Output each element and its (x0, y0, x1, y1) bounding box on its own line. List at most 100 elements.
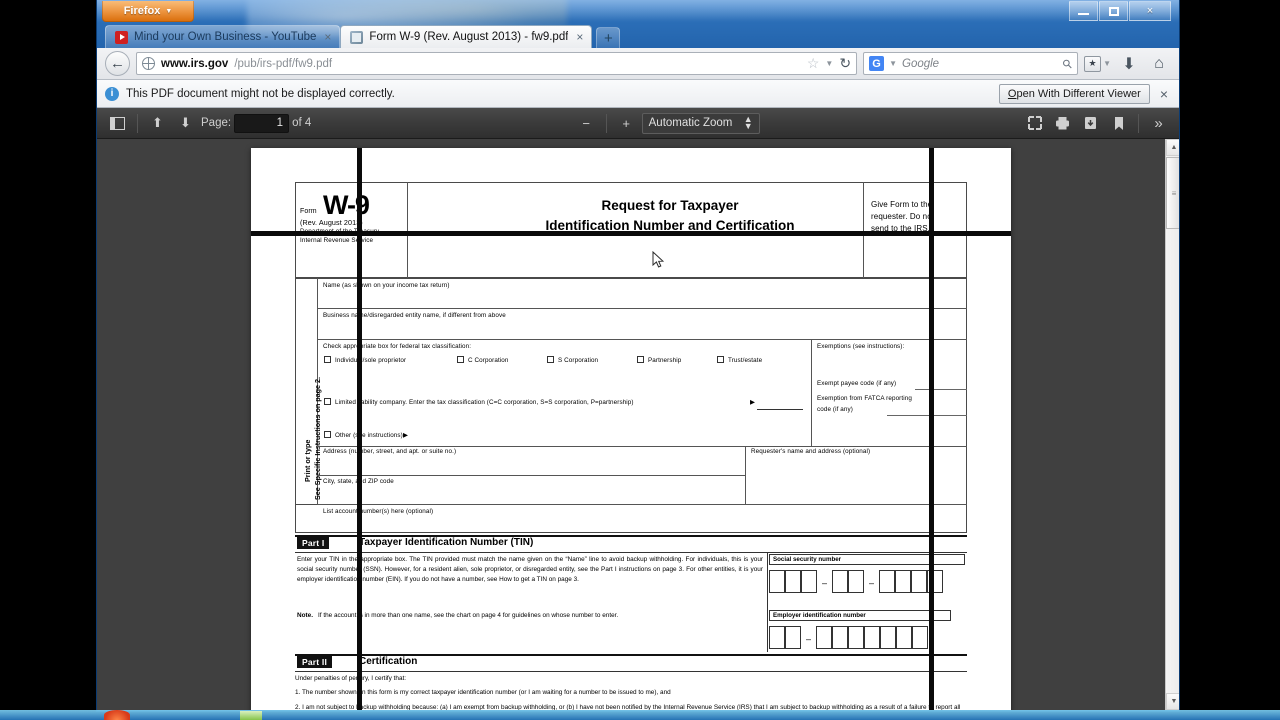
page-number-input[interactable]: 1 (234, 113, 290, 133)
ein-digit-box[interactable] (832, 626, 848, 649)
tab-youtube[interactable]: Mind your Own Business - YouTube × (105, 25, 341, 48)
new-tab-button[interactable]: + (596, 27, 621, 48)
checkbox-c-corporation[interactable] (457, 356, 464, 363)
address-bar[interactable]: www.irs.gov /pub/irs-pdf/fw9.pdf ☆ ▼ ↻ (136, 52, 858, 75)
chevron-down-icon: ▼ (1103, 59, 1111, 68)
zoom-out-button[interactable]: − (574, 112, 599, 135)
sidebar-toggle-icon (110, 116, 125, 130)
checkbox-limited-liability-company[interactable] (324, 398, 331, 405)
zoom-select[interactable]: Automatic Zoom ▲ ▼ (641, 112, 760, 134)
part-1-title: Taxpayer Identification Number (TIN) (359, 537, 534, 548)
business-name-field-label: Business name/disregarded entity name, i… (323, 312, 506, 319)
scroll-down-button[interactable]: ▼ (1166, 693, 1179, 710)
home-icon: ⌂ (1154, 54, 1164, 72)
download-button[interactable] (1078, 112, 1103, 135)
tab-pdf[interactable]: Form W-9 (Rev. August 2013) - fw9.pdf × (340, 25, 593, 48)
ssn-digit-box[interactable] (832, 570, 848, 593)
back-arrow-icon: ← (110, 55, 125, 72)
home-button[interactable]: ⌂ (1147, 52, 1171, 76)
ssn-digit-box[interactable] (848, 570, 864, 593)
button-label: pen With Different Viewer (1016, 87, 1141, 100)
ein-digit-box[interactable] (896, 626, 912, 649)
ein-digit-box[interactable] (864, 626, 880, 649)
divider (137, 113, 138, 133)
start-button[interactable] (104, 710, 130, 720)
ein-digit-box[interactable] (880, 626, 896, 649)
screen: Firefox ▼ × Mind your Own Business - You… (0, 0, 1280, 720)
viewer-scrollbar[interactable]: ▲ ≡ ▼ (1165, 139, 1179, 710)
checkbox-s-corporation[interactable] (547, 356, 554, 363)
sidebar-toggle-button[interactable] (105, 112, 130, 135)
checkbox-individual-sole-proprietor[interactable] (324, 356, 331, 363)
ssn-digit-box[interactable] (769, 570, 785, 593)
secondary-toolbar-toggle[interactable]: » (1146, 112, 1171, 135)
ssn-digit-box[interactable] (895, 570, 911, 593)
minimize-button[interactable] (1069, 1, 1098, 21)
downloads-button[interactable]: ⬇ (1117, 52, 1141, 76)
ein-digit-box[interactable] (816, 626, 832, 649)
ssn-dash: – (869, 578, 875, 588)
previous-page-button[interactable]: ⬆ (145, 112, 170, 135)
divider (295, 552, 967, 553)
firefox-menu-button[interactable]: Firefox ▼ (102, 1, 194, 22)
fatca-code-line[interactable] (887, 415, 967, 416)
chevron-double-right-icon: » (1154, 114, 1163, 132)
presentation-mode-button[interactable] (1022, 112, 1047, 135)
divider (317, 339, 967, 340)
taskbar-icon[interactable] (240, 711, 262, 720)
plus-icon: + (622, 115, 630, 131)
ein-digit-box[interactable] (769, 626, 785, 649)
give-form-line-1: Give Form to the (871, 200, 933, 209)
reload-icon[interactable]: ↻ (839, 55, 851, 72)
search-bar[interactable]: G ▼ Google ⚲ (863, 52, 1079, 75)
ssn-digit-box[interactable] (801, 570, 817, 593)
ssn-digit-box[interactable] (785, 570, 801, 593)
checkbox-other[interactable] (324, 431, 331, 438)
pdf-viewer-container[interactable]: Form W-9 (Rev. August 2013) Department o… (97, 139, 1179, 710)
page-number-value: 1 (276, 117, 284, 129)
part-2-badge: Part II (297, 656, 333, 668)
ein-digit-box[interactable] (848, 626, 864, 649)
llc-write-in-line[interactable] (757, 409, 803, 410)
part-2-item-2: 2. I am not subject to backup withholdin… (295, 704, 961, 710)
chevron-down-icon[interactable]: ▼ (889, 59, 897, 68)
print-icon (1056, 117, 1069, 130)
checkbox-label: S Corporation (558, 357, 599, 364)
bookmark-star-icon[interactable]: ☆ (807, 55, 820, 72)
search-input[interactable]: Google (902, 58, 939, 70)
ein-digit-box[interactable] (912, 626, 928, 649)
arrow-right-icon: ▶ (403, 432, 408, 439)
ssn-digit-box[interactable] (911, 570, 927, 593)
checkbox-partnership[interactable] (637, 356, 644, 363)
triangle-up-icon: ▲ (1170, 144, 1178, 151)
scroll-up-button[interactable]: ▲ (1166, 139, 1179, 156)
ssn-digit-box[interactable] (879, 570, 895, 593)
zoom-in-button[interactable]: + (614, 112, 639, 135)
notification-close-icon[interactable]: × (1157, 86, 1171, 102)
checkbox-trust-estate[interactable] (717, 356, 724, 363)
print-button[interactable] (1050, 112, 1075, 135)
next-page-button[interactable]: ⬇ (173, 112, 198, 135)
dept-line-2: Internal Revenue Service (300, 237, 374, 244)
form-number: W-9 (323, 190, 370, 220)
divider (745, 446, 746, 505)
back-button[interactable]: ← (105, 51, 130, 76)
open-with-different-viewer-button[interactable]: Open With Different Viewer (998, 83, 1150, 104)
form-revision: (Rev. August 2013) (300, 218, 363, 227)
search-icon[interactable]: ⚲ (1060, 55, 1076, 71)
tab-close-icon[interactable]: × (576, 30, 583, 44)
maximize-button[interactable] (1099, 1, 1128, 21)
maximize-icon (1108, 6, 1119, 16)
bookmark-button[interactable] (1106, 112, 1131, 135)
chevron-down-icon[interactable]: ▼ (825, 59, 833, 68)
exempt-payee-code-line[interactable] (915, 389, 967, 390)
bookmarks-menu-button[interactable]: ★ ▼ (1084, 55, 1111, 72)
w9-form: Form W-9 (Rev. August 2013) Department o… (295, 182, 967, 710)
tab-close-icon[interactable]: × (324, 30, 331, 44)
ein-digit-box[interactable] (785, 626, 801, 649)
windows-taskbar[interactable] (0, 710, 1280, 720)
download-icon (1085, 117, 1096, 129)
divider (1138, 113, 1139, 133)
scrollbar-thumb[interactable]: ≡ (1166, 157, 1179, 229)
close-button[interactable]: × (1129, 1, 1171, 21)
